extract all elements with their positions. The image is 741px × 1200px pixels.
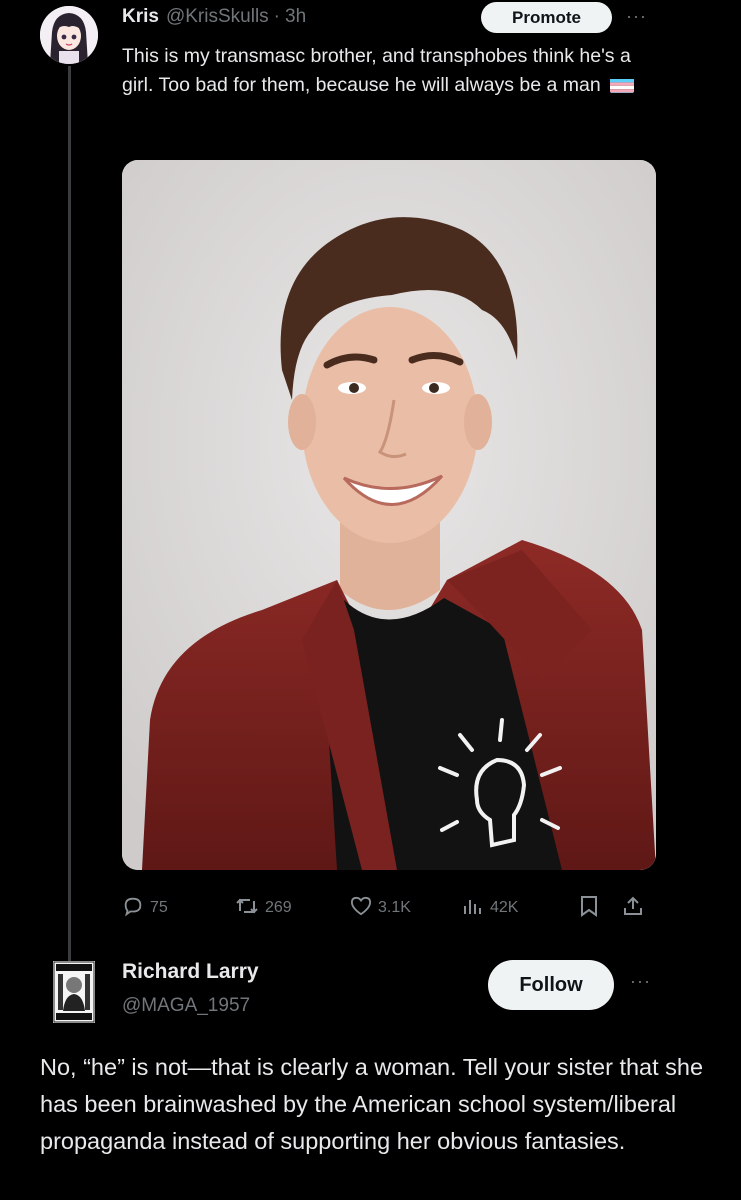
- reply-author-avatar[interactable]: [53, 961, 95, 1023]
- post-author-avatar[interactable]: [40, 6, 98, 64]
- reply-more-icon[interactable]: ···: [630, 971, 651, 992]
- thread-line: [68, 66, 71, 961]
- post-author-handle[interactable]: @KrisSkulls: [166, 6, 269, 28]
- post-actions-bar: 75 269 3.1K 42K: [122, 893, 662, 923]
- like-count: 3.1K: [378, 899, 411, 916]
- reply-icon: [122, 895, 144, 922]
- repost-count: 269: [265, 899, 292, 916]
- transgender-flag-icon: [610, 76, 635, 93]
- post-text-container: This is my transmasc brother, and transp…: [122, 42, 662, 100]
- promote-button[interactable]: Promote: [481, 2, 612, 33]
- post-text: This is my transmasc brother, and transp…: [122, 45, 631, 96]
- post-author-name[interactable]: Kris: [122, 6, 159, 28]
- reply-action[interactable]: 75: [122, 893, 168, 923]
- repost-action[interactable]: 269: [235, 893, 292, 923]
- reply-author-name[interactable]: Richard Larry: [122, 960, 259, 984]
- repost-icon: [235, 895, 259, 922]
- bookmark-action[interactable]: [580, 893, 598, 923]
- header-separator: ·: [273, 6, 280, 27]
- share-icon: [622, 895, 644, 922]
- views-action[interactable]: 42K: [462, 893, 518, 923]
- post-photo[interactable]: [122, 160, 656, 870]
- like-action[interactable]: 3.1K: [350, 893, 411, 923]
- reply-text: No, “he” is not—that is clearly a woman.…: [40, 1054, 704, 1154]
- post-more-icon[interactable]: ···: [626, 6, 647, 27]
- post-timestamp[interactable]: 3h: [285, 6, 306, 28]
- reply-author-handle[interactable]: @MAGA_1957: [122, 995, 250, 1017]
- views-chart-icon: [462, 896, 484, 921]
- reply-count: 75: [150, 899, 168, 916]
- bookmark-icon: [580, 895, 598, 922]
- heart-icon: [350, 896, 372, 921]
- post-header: Kris @KrisSkulls · 3h: [122, 4, 306, 30]
- share-action[interactable]: [622, 893, 644, 923]
- follow-button[interactable]: Follow: [488, 960, 614, 1010]
- views-count: 42K: [490, 899, 519, 916]
